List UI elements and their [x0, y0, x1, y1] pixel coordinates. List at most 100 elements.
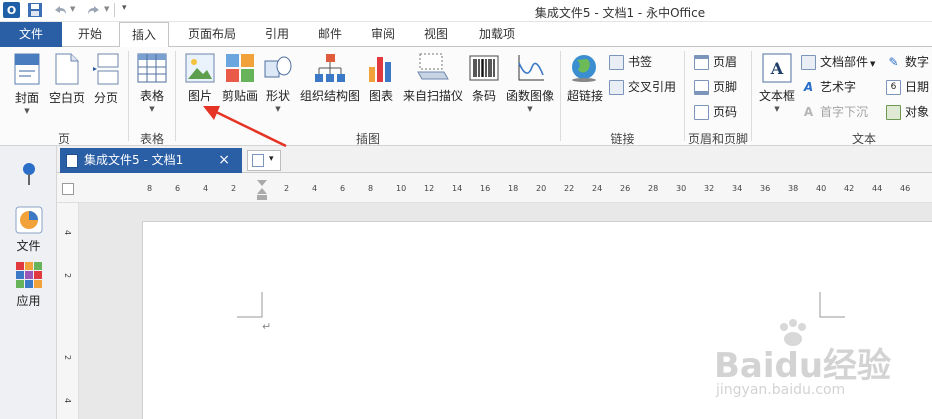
indent-marker-icon[interactable]: [256, 179, 268, 201]
ruler-tick: 4: [312, 184, 318, 193]
blank-page-label: 空白页: [48, 91, 85, 105]
tab-page-layout[interactable]: 页面布局: [174, 22, 250, 47]
tab-home[interactable]: 开始: [66, 22, 114, 47]
org-chart-button[interactable]: 组织结构图: [298, 53, 362, 104]
bookmark-label: 书签: [628, 55, 653, 69]
object-icon: [886, 105, 901, 120]
ruler-tick: 2: [284, 184, 290, 193]
picture-button[interactable]: 图片: [181, 53, 219, 104]
tab-stop-selector[interactable]: [62, 183, 74, 195]
wordart-label: 艺术字: [820, 80, 857, 94]
bookmark-button[interactable]: 书签: [609, 53, 652, 71]
dropdown-arrow-icon: ▼: [24, 107, 30, 115]
tab-addins[interactable]: 加载项: [465, 22, 529, 47]
page-break-icon: [93, 53, 119, 85]
barcode-button[interactable]: 条码: [467, 53, 501, 104]
ruler-tick: 22: [564, 184, 575, 193]
apps-icon: [15, 262, 42, 288]
blank-page-button[interactable]: 空白页: [47, 53, 87, 106]
ruler-tick: 8: [368, 184, 374, 193]
header-icon: [694, 55, 709, 70]
text-group-label: 文本: [851, 132, 876, 146]
ruler-tick: 26: [620, 184, 631, 193]
wordart-button[interactable]: A 艺术字: [801, 78, 856, 96]
header-label: 页眉: [713, 55, 738, 69]
drop-cap-button[interactable]: A 首字下沉: [801, 103, 868, 121]
tab-view[interactable]: 视图: [412, 22, 460, 47]
clipart-icon: [226, 54, 254, 82]
tab-mailings[interactable]: 邮件: [306, 22, 354, 47]
textbox-icon: A: [762, 53, 792, 83]
bookmark-icon: [609, 55, 624, 70]
tab-review[interactable]: 审阅: [359, 22, 407, 47]
chart-label: 图表: [368, 89, 393, 103]
page-number-button[interactable]: 页码: [694, 103, 737, 121]
file-icon: [15, 206, 42, 234]
vertical-ruler[interactable]: 4 2 2 4: [57, 203, 79, 419]
page-break-button[interactable]: 分页: [88, 53, 124, 106]
table-label: 表格: [139, 89, 164, 103]
table-button[interactable]: 表格 ▼: [133, 53, 171, 113]
new-doc-icon: [252, 154, 264, 167]
scanner-icon: [417, 53, 449, 80]
object-label: 对象: [905, 105, 930, 119]
date-icon: 6: [886, 80, 901, 95]
dropdown-arrow-icon: ▼: [527, 105, 533, 113]
horizontal-ruler[interactable]: 8 6 4 2 2 4 6 8 10 12 14 16 18 20 22 24 26 28 30 32 34 36 38 40…: [57, 173, 932, 203]
sidebar-item-apps[interactable]: 应用: [0, 261, 57, 309]
cover-page-label: 封面: [14, 91, 39, 105]
textbox-button[interactable]: A 文本框 ▼: [756, 53, 798, 113]
pin-icon[interactable]: [20, 162, 38, 186]
drop-cap-icon: A: [803, 105, 814, 119]
group-divider: [751, 51, 752, 141]
scanner-button[interactable]: 来自扫描仪: [400, 53, 466, 104]
sidebar-item-label: 文件: [16, 239, 41, 253]
new-document-button[interactable]: ▾: [247, 150, 281, 171]
close-tab-button[interactable]: ×: [218, 148, 230, 173]
cover-page-button[interactable]: 封面 ▼: [7, 53, 47, 115]
object-button[interactable]: 对象: [886, 103, 929, 121]
document-tab-label: 集成文件5 - 文档1: [84, 153, 184, 167]
ruler-tick: 30: [676, 184, 687, 193]
tab-references[interactable]: 引用: [254, 22, 300, 47]
document-parts-button[interactable]: 文档部件 ▼: [801, 53, 875, 71]
scanner-label: 来自扫描仪: [402, 89, 463, 103]
barcode-icon: [469, 55, 499, 81]
ruler-tick: 32: [704, 184, 715, 193]
sidebar-item-file[interactable]: 文件: [0, 206, 57, 254]
ruler-tick: 46: [900, 184, 911, 193]
footer-label: 页脚: [713, 80, 738, 94]
page-break-label: 分页: [93, 91, 118, 105]
cross-reference-button[interactable]: 交叉引用: [609, 78, 676, 96]
chart-button[interactable]: 图表: [364, 53, 398, 104]
document-tab[interactable]: 集成文件5 - 文档1 ×: [60, 148, 242, 173]
shapes-icon: [264, 56, 292, 78]
group-divider: [684, 51, 685, 141]
org-chart-label: 组织结构图: [299, 89, 360, 103]
table-group-label: 表格: [139, 132, 164, 146]
function-graph-icon: [518, 55, 544, 81]
clipart-button[interactable]: 剪贴画: [219, 53, 261, 104]
group-divider: [128, 51, 129, 141]
chart-icon: [369, 57, 391, 82]
new-doc-dropdown-icon[interactable]: ▾: [269, 154, 274, 164]
tab-file[interactable]: 文件: [0, 22, 62, 47]
tab-insert[interactable]: 插入: [119, 22, 169, 48]
ruler-tick: 44: [872, 184, 883, 193]
page-number-icon: [694, 105, 709, 120]
digital-signature-button[interactable]: ✎ 数字: [886, 53, 929, 71]
paragraph-mark: ↵: [262, 320, 272, 333]
document-parts-label: 文档部件: [820, 55, 869, 69]
textbox-label: 文本框: [758, 89, 795, 103]
ruler-tick: 16: [480, 184, 491, 193]
footer-button[interactable]: 页脚: [694, 78, 737, 96]
function-graph-button[interactable]: 函数图像 ▼: [503, 53, 557, 113]
blank-page-icon: [55, 53, 79, 85]
ruler-tick: 24: [592, 184, 603, 193]
header-button[interactable]: 页眉: [694, 53, 737, 71]
cover-page-icon: [14, 53, 40, 85]
ruler-tick: 20: [536, 184, 547, 193]
date-button[interactable]: 6 日期: [886, 78, 929, 96]
hyperlink-button[interactable]: 超链接: [564, 53, 606, 104]
title-bar: O ▼ ▼ ▾ 集成文件5 - 文档1 - 永中Office: [0, 0, 932, 22]
